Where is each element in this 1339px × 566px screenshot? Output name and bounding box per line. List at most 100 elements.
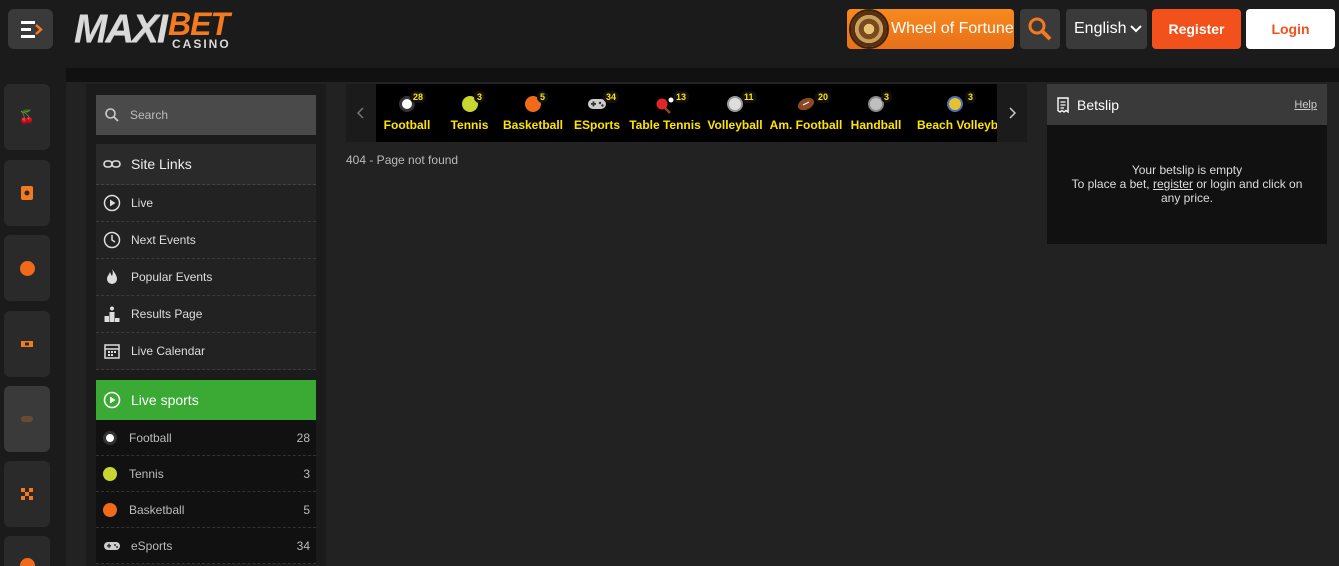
live-sports-list: Football 28 Tennis 3 Basketball 5 eSport… [96,420,316,564]
sports-bar-next-button[interactable] [997,84,1027,142]
sport-name: Table Tennis [629,118,701,132]
betslip-register-link[interactable]: register [1153,177,1193,191]
sports-bar: 28 Football 3 Tennis 5 Basketball 34 ESp… [346,84,1027,142]
cards-icon [21,186,33,200]
betslip-instructions: To place a bet, register or login and cl… [1065,177,1309,205]
ticket-icon [21,341,33,347]
logo[interactable]: MAXI BET CASINO [74,6,231,51]
live-sport-name: Tennis [129,466,164,481]
live-sports-title: Live sports [131,392,199,408]
sidebar-item-label: Live Calendar [131,344,206,358]
rail-item-cards[interactable] [4,160,50,226]
sport-name: Football [383,118,431,132]
live-sport-esports[interactable]: eSports 34 [96,528,316,564]
sport-name: Handball [850,118,902,132]
clock-icon [103,231,121,249]
receipt-icon [1057,96,1069,113]
live-sport-name: Football [129,430,172,445]
search-box[interactable] [96,95,316,135]
main-content: 28 Football 3 Tennis 5 Basketball 34 ESp… [326,84,1046,566]
sidebar-item-live[interactable]: Live [96,185,316,222]
betslip-title: Betslip [1077,96,1120,113]
sidebar: Site Links Live Next Events Popular Even… [86,84,326,566]
live-sports-header[interactable]: Live sports [96,380,316,420]
rail-item-more[interactable] [4,536,50,566]
page-not-found-message: 404 - Page not found [346,153,459,167]
header-subbar [66,68,1339,82]
sport-name: ESports [573,118,620,132]
sport-tab-basketball[interactable]: 5 Basketball [501,84,565,142]
search-input[interactable] [130,108,300,122]
live-sport-count: 3 [303,466,310,481]
sport-count: 5 [537,91,549,103]
header: MAXI BET CASINO Wheel of Fortune English… [0,0,1339,68]
site-links-title: Site Links [131,156,192,172]
wheel-of-fortune-button[interactable]: Wheel of Fortune [847,9,1014,49]
betslip-empty-text: Your betslip is empty [1131,163,1243,177]
sport-tab-table-tennis[interactable]: 13 Table Tennis [629,84,701,142]
sidebar-item-live-calendar[interactable]: Live Calendar [96,333,316,370]
sidebar-item-popular-events[interactable]: Popular Events [96,259,316,296]
live-sport-basketball[interactable]: Basketball 5 [96,492,316,528]
sport-tab-football[interactable]: 28 Football [376,84,438,142]
play-circle-icon [103,391,121,409]
sports-bar-prev-button[interactable] [346,84,376,142]
menu-icon [20,21,43,38]
sport-tab-handball[interactable]: 3 Handball [843,84,909,142]
sport-tab-esports[interactable]: 34 ESports [565,84,629,142]
basketball-icon [19,558,35,566]
betslip-panel: Betslip Help Your betslip is empty To pl… [1047,84,1327,244]
live-sport-football[interactable]: Football 28 [96,420,316,456]
chevron-left-icon [357,107,364,119]
sport-name: Am. Football [769,118,843,132]
calendar-icon [103,342,121,360]
chevron-right-icon [1009,107,1016,119]
tennis-ball-icon [103,466,117,481]
beach-volleyball-icon [947,96,963,112]
site-links: Site Links Live Next Events Popular Even… [96,144,316,370]
sport-name: Basketball [502,118,564,132]
sport-count: 34 [603,91,620,103]
rail-item-slots[interactable]: 🍒 [4,84,50,150]
sport-name: Volleyball [707,118,763,132]
sport-tab-volleyball[interactable]: 11 Volleyball [701,84,769,142]
gamepad-icon [104,541,120,550]
sport-tab-am-football[interactable]: 20 Am. Football [769,84,843,142]
search-button[interactable] [1020,9,1060,49]
play-circle-icon [103,194,121,212]
logo-sub-text: CASINO [172,37,231,51]
football-icon [103,430,117,445]
gamepad-icon [21,416,33,422]
sport-count: 28 [410,91,427,103]
logo-accent-text: BET [168,6,230,42]
wheel-icon [849,9,889,49]
login-button[interactable]: Login [1246,9,1335,49]
rail-item-racing[interactable] [4,461,50,527]
checkered-flag-icon [21,488,33,500]
live-sport-tennis[interactable]: Tennis 3 [96,456,316,492]
site-links-header[interactable]: Site Links [96,144,316,185]
rail-item-esports[interactable] [4,386,50,452]
rail-item-tickets[interactable] [4,311,50,377]
category-rail: 🍒 [0,68,66,566]
sport-tab-beach-volleyball[interactable]: 3 Beach Volleyball [909,84,997,142]
register-button[interactable]: Register [1152,9,1241,49]
live-sport-count: 5 [303,502,310,517]
link-icon [103,155,121,173]
language-select[interactable]: English [1066,9,1147,49]
menu-button[interactable] [8,9,53,49]
rail-item-sports[interactable] [4,235,50,301]
sport-tab-tennis[interactable]: 3 Tennis [438,84,501,142]
sidebar-item-label: Results Page [131,307,203,321]
live-sport-count: 28 [296,430,310,445]
betslip-help-link[interactable]: Help [1294,99,1317,111]
betslip-body: Your betslip is empty To place a bet, re… [1047,125,1327,205]
live-sport-name: eSports [131,538,173,553]
sidebar-item-next-events[interactable]: Next Events [96,222,316,259]
search-icon [105,108,119,122]
sidebar-item-results-page[interactable]: Results Page [96,296,316,333]
language-label: English [1074,20,1127,37]
american-football-icon [797,97,815,111]
basketball-icon [103,502,117,517]
live-sport-count: 34 [296,538,310,553]
